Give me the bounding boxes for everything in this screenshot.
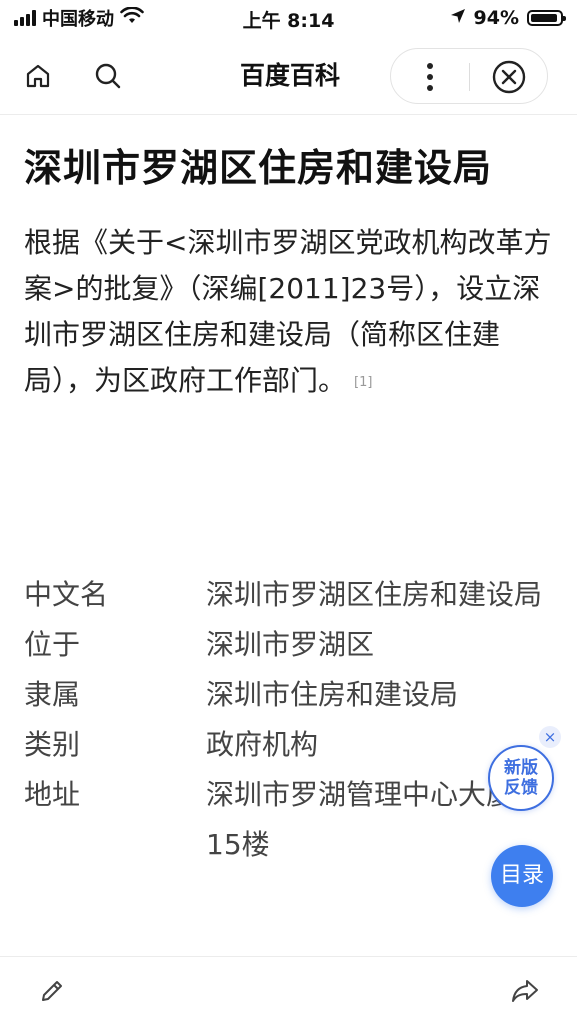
battery-percent: 94% bbox=[473, 7, 519, 29]
page-title: 深圳市罗湖区住房和建设局 bbox=[24, 146, 493, 190]
info-key: 地址 bbox=[24, 778, 81, 811]
feedback-label: 新版反馈 bbox=[504, 758, 538, 798]
info-row: 地址 深圳市罗湖管理中心大厦15楼 bbox=[24, 770, 544, 870]
info-row: 隶属 深圳市住房和建设局 bbox=[24, 670, 544, 720]
info-key: 位于 bbox=[24, 628, 81, 661]
article-content: 深圳市罗湖区住房和建设局 根据《关于<深圳市罗湖区党政机构改革方案>的批复》（深… bbox=[24, 140, 554, 406]
nav-bar: 百度百科 bbox=[0, 38, 577, 115]
info-key: 中文名 bbox=[24, 578, 109, 611]
search-icon[interactable] bbox=[90, 58, 126, 94]
home-icon[interactable] bbox=[20, 58, 56, 94]
info-value: 深圳市罗湖区住房和建设局 bbox=[206, 578, 543, 611]
feedback-button[interactable]: 新版反馈 bbox=[488, 745, 554, 811]
nav-title: 百度百科 bbox=[239, 61, 340, 90]
reference-link[interactable]: [1] bbox=[354, 375, 372, 390]
toc-button[interactable]: 目录 bbox=[491, 845, 553, 907]
summary-text: 根据《关于<深圳市罗湖区党政机构改革方案>的批复》（深编[2011]23号），设… bbox=[24, 226, 552, 397]
info-value[interactable]: 深圳市罗湖区 bbox=[206, 620, 544, 670]
status-bar: 中国移动 上午 8:14 94% bbox=[0, 0, 577, 36]
edit-icon[interactable] bbox=[34, 973, 70, 1009]
battery-icon bbox=[527, 10, 566, 26]
battery-fill bbox=[531, 14, 557, 22]
info-key: 隶属 bbox=[24, 678, 81, 711]
info-row: 中文名 深圳市罗湖区住房和建设局 bbox=[24, 570, 544, 620]
share-icon[interactable] bbox=[507, 973, 543, 1009]
close-icon[interactable] bbox=[470, 49, 548, 105]
article-summary: 根据《关于<深圳市罗湖区党政机构改革方案>的批复》（深编[2011]23号），设… bbox=[24, 220, 554, 406]
feedback-close-button[interactable]: × bbox=[539, 726, 561, 748]
location-arrow-icon bbox=[450, 7, 466, 29]
info-row: 类别 政府机构 bbox=[24, 720, 544, 770]
more-icon[interactable] bbox=[391, 49, 469, 105]
mini-program-capsule bbox=[390, 48, 548, 104]
info-key: 类别 bbox=[24, 728, 81, 761]
info-row: 位于 深圳市罗湖区 bbox=[24, 620, 544, 670]
infobox: 中文名 深圳市罗湖区住房和建设局 位于 深圳市罗湖区 隶属 深圳市住房和建设局 … bbox=[24, 570, 544, 870]
status-right: 94% bbox=[450, 6, 566, 30]
bottom-bar bbox=[0, 956, 577, 1025]
info-value[interactable]: 深圳市住房和建设局 bbox=[206, 670, 544, 720]
